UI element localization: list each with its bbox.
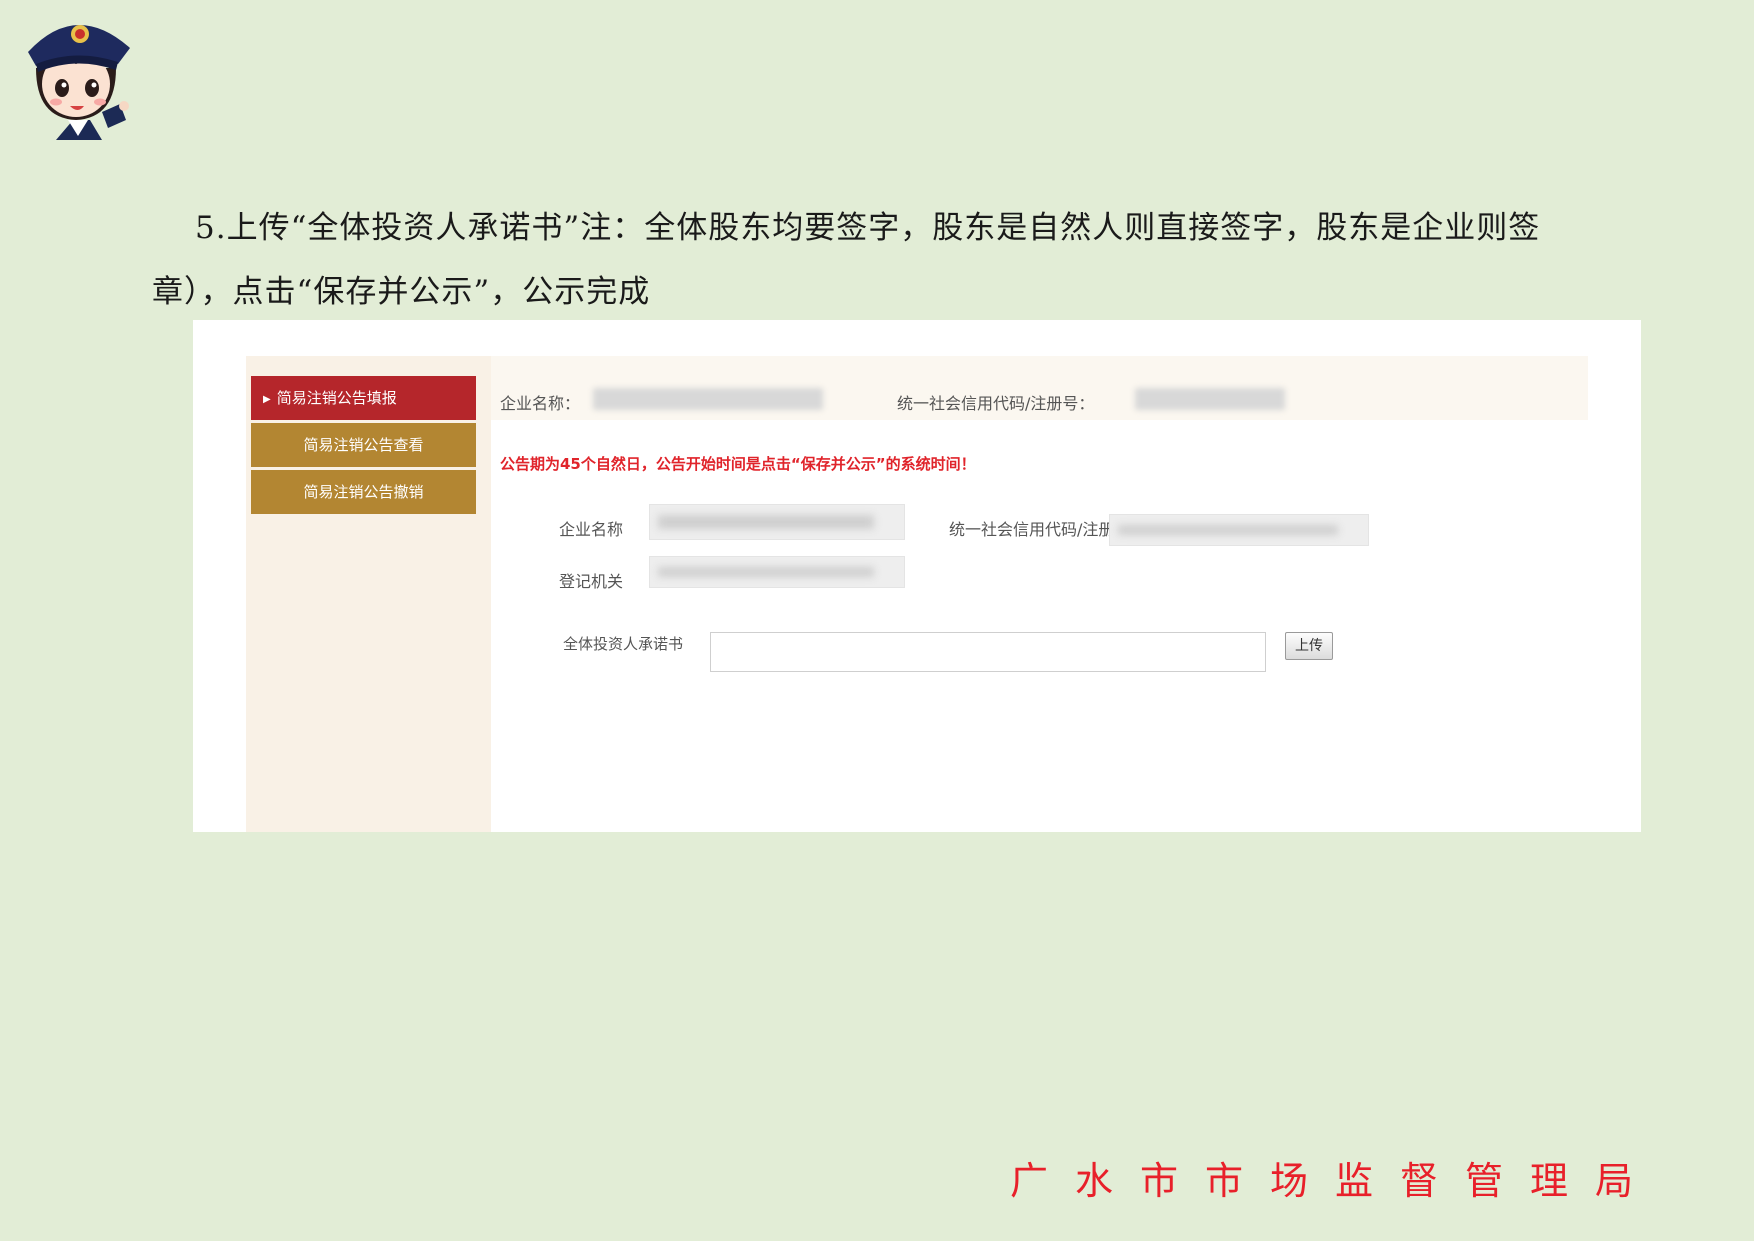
credit-code-field (1109, 514, 1369, 546)
sidebar-item-label: 简易注销公告填报 (276, 389, 397, 407)
instruction-text: 5.上传“全体投资人承诺书”注：全体股东均要签字，股东是自然人则直接签字，股东是… (152, 210, 1541, 310)
footer-organization: 广水市市场监督管理局 (1010, 1159, 1661, 1203)
sidebar: ▶ 简易注销公告填报 简易注销公告查看 简易注销公告撤销 (246, 356, 491, 832)
screenshot-frame: ▶ 简易注销公告填报 简易注销公告查看 简易注销公告撤销 企业名称： 统一社会信用… (193, 320, 1641, 832)
header-company-label: 企业名称： (500, 394, 581, 413)
header-company-value-redacted (593, 388, 823, 410)
header-bar: 企业名称： 统一社会信用代码/注册号： (491, 356, 1588, 420)
sidebar-item-label: 简易注销公告查看 (303, 436, 424, 454)
header-credit-value-redacted (1135, 388, 1285, 410)
registration-authority-label: 登记机关 (559, 572, 624, 591)
mascot-officer-icon (28, 24, 130, 140)
sidebar-item-fill[interactable]: ▶ 简易注销公告填报 (251, 376, 476, 420)
registration-authority-field (649, 556, 905, 588)
credit-code-label: 统一社会信用代码/注册号 (949, 520, 1131, 539)
commitment-label: 全体投资人承诺书 (563, 635, 684, 653)
notice-text: 公告期为45个自然日，公告开始时间是点击“保存并公示”的系统时间！ (500, 455, 976, 473)
app-panel: ▶ 简易注销公告填报 简易注销公告查看 简易注销公告撤销 企业名称： 统一社会信用… (246, 356, 1588, 832)
sidebar-item-label: 简易注销公告撤销 (303, 483, 424, 501)
triangle-right-icon: ▶ (263, 394, 271, 405)
header-credit-label: 统一社会信用代码/注册号： (897, 394, 1095, 413)
company-name-label: 企业名称 (559, 520, 624, 539)
company-name-field (649, 504, 905, 540)
commitment-file-input[interactable] (710, 632, 1266, 672)
upload-button[interactable]: 上传 (1285, 632, 1333, 660)
sidebar-item-view[interactable]: 简易注销公告查看 (251, 423, 476, 467)
main-content: 企业名称： 统一社会信用代码/注册号： 公告期为45个自然日，公告开始时间是点击… (491, 356, 1588, 832)
sidebar-item-revoke[interactable]: 简易注销公告撤销 (251, 470, 476, 514)
